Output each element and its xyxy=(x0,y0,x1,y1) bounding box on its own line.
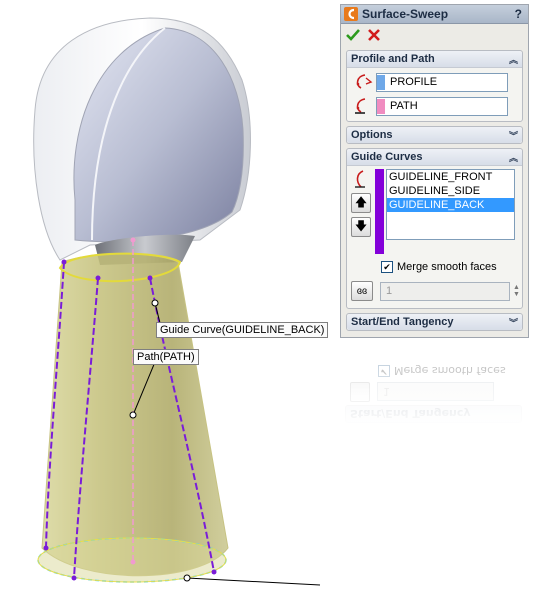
merge-smooth-faces-label: Merge smooth faces xyxy=(397,261,497,273)
model-canvas[interactable] xyxy=(0,0,335,590)
list-item-selected[interactable]: GUIDELINE_BACK xyxy=(387,198,514,212)
reflection-fade xyxy=(340,338,530,433)
expand-chevron-icon[interactable]: ︾ xyxy=(509,129,518,142)
sections-spinbox[interactable]: 1 xyxy=(380,281,510,301)
guide-curves-list[interactable]: GUIDELINE_FRONT GUIDELINE_SIDE GUIDELINE… xyxy=(386,169,515,240)
action-buttons xyxy=(341,24,528,46)
profile-row: PROFILE xyxy=(347,70,522,94)
guide-curve-selection-icon xyxy=(355,170,365,188)
x-icon[interactable] xyxy=(368,29,380,41)
move-down-button[interactable]: 🡇 xyxy=(351,217,371,237)
sections-value: 1 xyxy=(386,285,393,297)
guide-curves-header[interactable]: Guide Curves ︽ xyxy=(347,149,522,166)
sections-row: ɞɞ 1 ▲ ▼ xyxy=(347,278,522,304)
checkmark-icon[interactable] xyxy=(346,28,360,42)
surface-sweep-property-manager: Surface-Sweep ? Profile and Path ︽ PROFI… xyxy=(340,4,529,338)
options-group: Options ︾ xyxy=(346,126,523,144)
start-end-tangency-group: Start/End Tangency ︾ xyxy=(346,313,523,331)
guide-curves-color-bar xyxy=(375,169,384,254)
path-callout: Path(PATH) xyxy=(133,349,199,365)
move-up-button[interactable]: 🡅 xyxy=(351,193,371,213)
helmet-body xyxy=(33,17,251,261)
guide-curves-group: Guide Curves ︽ 🡅 🡇 GUIDELINE_FRONT GUIDE… xyxy=(346,148,523,309)
show-sections-button[interactable]: ɞɞ xyxy=(351,281,373,301)
help-button[interactable]: ? xyxy=(515,7,522,21)
collapse-chevron-icon[interactable]: ︽ xyxy=(509,53,518,66)
guide-curves-title: Guide Curves xyxy=(351,151,423,163)
collapse-chevron-icon[interactable]: ︽ xyxy=(509,151,518,164)
graphics-area[interactable]: Guide Curve(GUIDELINE_BACK) Path(PATH) xyxy=(0,0,335,590)
property-manager-title-bar: Surface-Sweep ? xyxy=(341,5,528,24)
path-field[interactable]: PATH xyxy=(376,96,508,116)
profile-and-path-group: Profile and Path ︽ PROFILE PATH xyxy=(346,50,523,122)
profile-and-path-title: Profile and Path xyxy=(351,53,435,65)
path-row: PATH xyxy=(347,94,522,118)
options-title: Options xyxy=(351,129,393,141)
path-color-swatch xyxy=(377,98,385,114)
start-end-tangency-header[interactable]: Start/End Tangency ︾ xyxy=(347,314,522,330)
expand-chevron-icon[interactable]: ︾ xyxy=(509,316,518,329)
path-value: PATH xyxy=(390,100,418,112)
list-item[interactable]: GUIDELINE_FRONT xyxy=(387,170,514,184)
path-selection-icon xyxy=(355,98,366,114)
profile-selection-icon xyxy=(356,74,373,89)
list-item[interactable]: GUIDELINE_SIDE xyxy=(387,184,514,198)
profile-and-path-header[interactable]: Profile and Path ︽ xyxy=(347,51,522,68)
profile-value: PROFILE xyxy=(390,76,438,88)
arrow-up-icon: 🡅 xyxy=(354,194,368,209)
guide-curve-callout: Guide Curve(GUIDELINE_BACK) xyxy=(156,322,329,338)
start-end-tangency-title: Start/End Tangency xyxy=(351,316,454,328)
profile-color-swatch xyxy=(377,74,385,90)
arrow-down-icon: 🡇 xyxy=(354,218,368,233)
spin-arrows-icon[interactable]: ▲ ▼ xyxy=(513,284,520,298)
profile-field[interactable]: PROFILE xyxy=(376,72,508,92)
merge-smooth-faces-row: ✔ Merge smooth faces xyxy=(347,259,522,275)
options-header[interactable]: Options ︾ xyxy=(347,127,522,143)
property-manager-title: Surface-Sweep xyxy=(362,7,449,21)
glasses-icon: ɞɞ xyxy=(356,285,368,297)
surface-sweep-icon xyxy=(344,7,358,21)
guide-curve-tools: 🡅 🡇 xyxy=(351,169,375,254)
merge-smooth-faces-checkbox[interactable]: ✔ xyxy=(381,261,393,273)
